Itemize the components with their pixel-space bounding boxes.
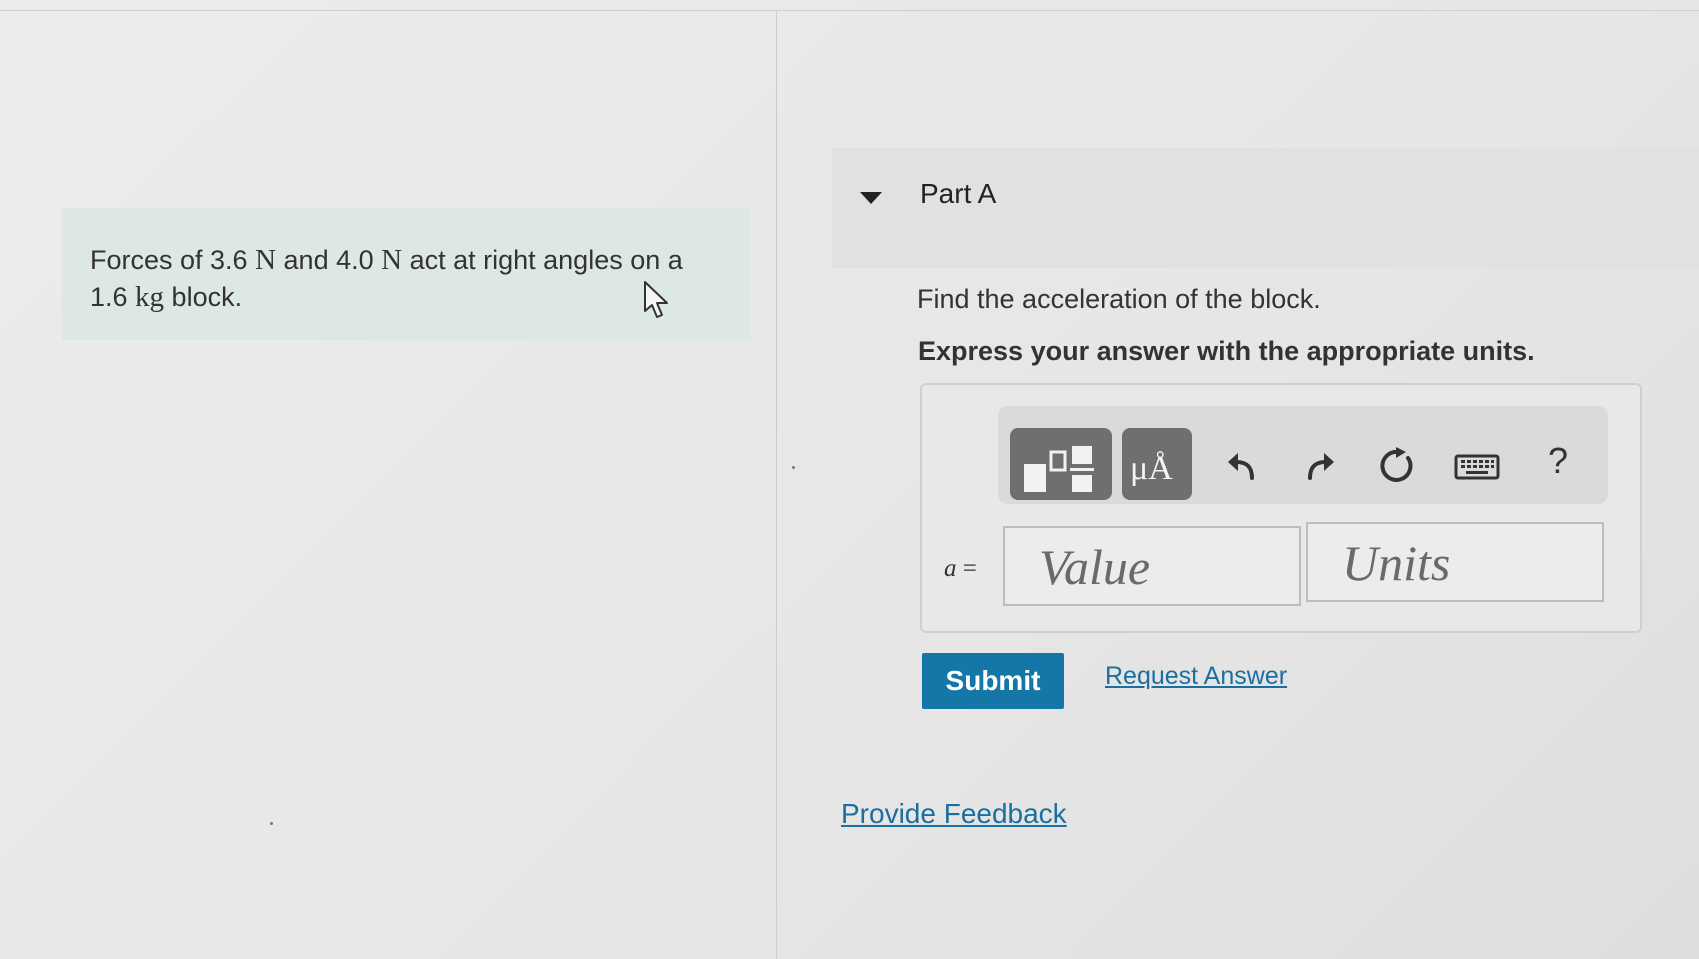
column-divider: [776, 10, 777, 959]
unit-kilogram: kg: [135, 281, 165, 313]
value-input[interactable]: Value: [1003, 526, 1301, 606]
keyboard-icon[interactable]: [1454, 446, 1500, 486]
unit-newton-2: N: [381, 244, 403, 276]
templates-button[interactable]: [1010, 428, 1112, 500]
units-input[interactable]: Units: [1306, 522, 1604, 602]
undo-icon[interactable]: [1222, 446, 1262, 486]
problem-text-5: block.: [164, 282, 243, 312]
units-icon: μÅ: [1130, 450, 1173, 487]
problem-text-1: Forces of 3.6: [90, 245, 256, 275]
units-button[interactable]: μÅ: [1122, 428, 1192, 500]
variable-label: a =: [944, 555, 977, 583]
request-answer-link[interactable]: Request Answer: [1105, 662, 1287, 691]
redo-icon[interactable]: [1300, 446, 1340, 486]
page: Forces of 3.6 N and 4.0 N act at right a…: [0, 0, 1699, 959]
problem-text-2: and 4.0: [276, 245, 382, 275]
speck: [270, 822, 273, 825]
submit-button[interactable]: Submit: [922, 653, 1064, 709]
equals-sign: =: [962, 555, 977, 582]
problem-statement: Forces of 3.6 N and 4.0 N act at right a…: [62, 208, 750, 340]
help-icon[interactable]: ?: [1548, 440, 1568, 482]
templates-icon: [1024, 446, 1094, 492]
top-rule: [0, 10, 1699, 11]
reset-icon[interactable]: [1378, 446, 1418, 486]
unit-newton-1: N: [255, 244, 277, 276]
problem-text-4: 1.6: [90, 282, 136, 312]
instruction-text: Express your answer with the appropriate…: [918, 336, 1535, 366]
variable-name: a: [944, 555, 957, 582]
collapse-caret-icon[interactable]: [860, 192, 882, 204]
problem-text-3: act at right angles on a: [402, 245, 683, 275]
speck: [792, 466, 795, 469]
provide-feedback-link[interactable]: Provide Feedback: [841, 798, 1067, 830]
mouse-cursor-icon: [644, 281, 668, 318]
question-text: Find the acceleration of the block.: [917, 284, 1321, 314]
part-title: Part A: [920, 178, 997, 209]
